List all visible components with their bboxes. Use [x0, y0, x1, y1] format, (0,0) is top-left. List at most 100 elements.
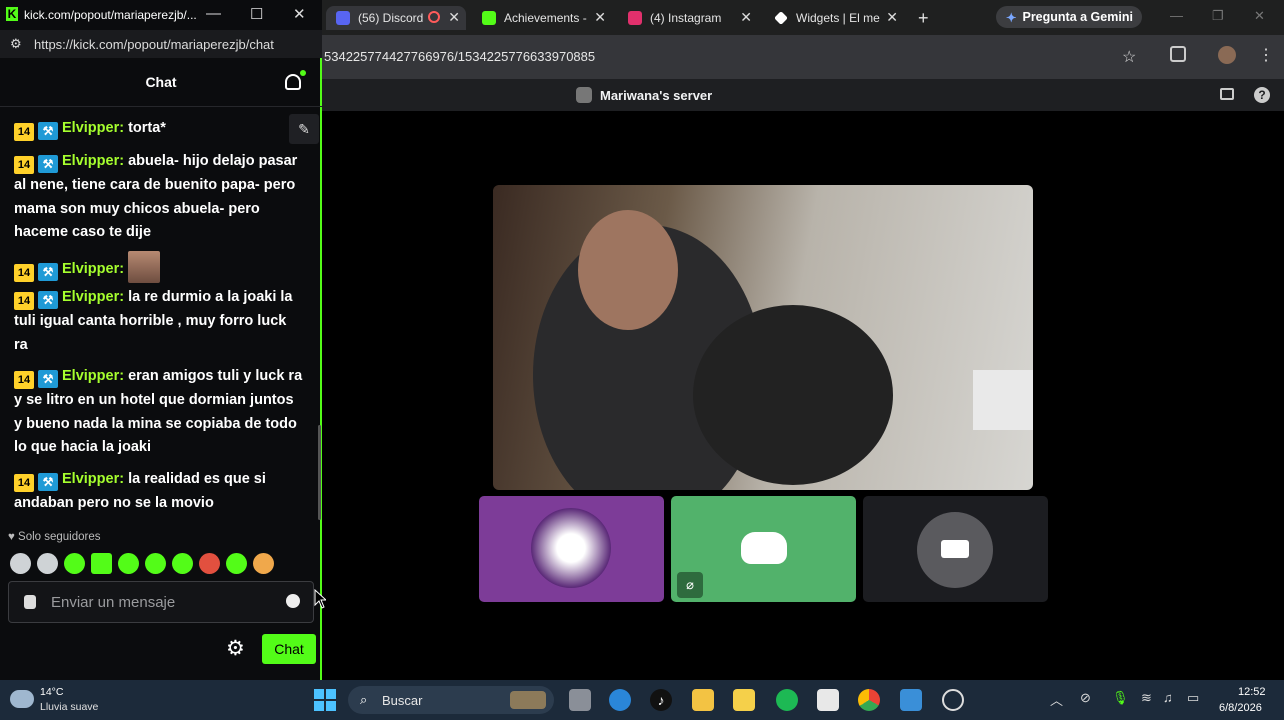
emote-icon[interactable] — [226, 553, 247, 574]
search-highlight-image — [510, 691, 546, 709]
minimize-icon[interactable]: — — [206, 5, 221, 22]
edge-icon[interactable] — [609, 689, 631, 711]
emote-icon[interactable] — [253, 553, 274, 574]
emote-icon[interactable] — [10, 553, 31, 574]
spotify-icon[interactable] — [776, 689, 798, 711]
chat-message: 14 ⚒ Elvipper: eran amigos tuli y luck ra … — [14, 368, 303, 455]
obs-icon[interactable] — [942, 689, 964, 711]
emote-icon[interactable] — [199, 553, 220, 574]
emote-icon[interactable] — [118, 553, 139, 574]
minimize-icon[interactable]: — — [1170, 8, 1183, 23]
battery-icon[interactable]: ▭ — [1187, 690, 1199, 706]
recording-icon — [428, 11, 440, 23]
chat-message: 14 ⚒ Elvipper: — [14, 251, 304, 283]
task-view-icon[interactable] — [569, 689, 591, 711]
sub-badge: 14 — [14, 371, 34, 389]
message-text: torta* — [128, 120, 166, 136]
windows-start-icon[interactable] — [314, 689, 336, 711]
wifi-icon[interactable]: ≋ — [1141, 690, 1152, 706]
help-icon[interactable]: ? — [1254, 87, 1270, 103]
close-window-icon[interactable]: ✕ — [1254, 8, 1265, 24]
participant-tile-camera[interactable] — [863, 496, 1048, 602]
url-text[interactable]: 534225774427766976/1534225776633970885 — [324, 49, 595, 64]
chat-header: Chat — [0, 58, 322, 107]
tab-widgets[interactable]: Widgets | El me ✕ — [764, 6, 904, 30]
search-icon: ⌕ — [360, 692, 368, 707]
tab-achievements[interactable]: Achievements - ✕ — [472, 6, 612, 30]
message-input-box[interactable] — [8, 581, 314, 623]
restore-icon[interactable]: ❐ — [1212, 8, 1224, 24]
tray-chevron-icon[interactable]: ︿ — [1050, 690, 1063, 709]
close-tab-icon[interactable]: ✕ — [594, 9, 606, 26]
new-tab-button[interactable]: + — [918, 6, 938, 30]
video-person — [693, 305, 893, 485]
location-off-icon[interactable]: ⊘ — [1080, 690, 1091, 706]
weather-description[interactable]: Lluvia suave — [40, 701, 98, 713]
emote-bar — [10, 553, 274, 574]
clock-time[interactable]: 12:52 — [1238, 686, 1266, 698]
emoji-icon[interactable] — [286, 594, 300, 608]
shield-icon[interactable] — [24, 595, 36, 609]
microphone-icon[interactable]: 🎙 — [1112, 690, 1129, 706]
volume-icon[interactable]: ♫ — [1163, 690, 1173, 705]
tiktok-icon[interactable]: ♪ — [650, 689, 672, 711]
online-dot-icon — [300, 70, 306, 76]
tab-discord[interactable]: (56) Discord ✕ — [326, 6, 466, 30]
sub-badge: 14 — [14, 156, 34, 174]
weather-temperature[interactable]: 14°C — [40, 686, 63, 698]
popout-url-bar[interactable]: ⚙ https://kick.com/popout/mariaperezjb/c… — [0, 30, 322, 58]
menu-icon[interactable]: ⋮ — [1258, 45, 1274, 65]
popout-title: kick.com/popout/mariaperezjb/... — [24, 8, 197, 22]
followers-only-label: Solo seguidores — [18, 531, 101, 543]
close-window-icon[interactable]: ✕ — [293, 5, 306, 23]
profile-avatar[interactable] — [1218, 46, 1236, 64]
chrome-icon[interactable] — [858, 689, 880, 711]
store-icon[interactable] — [817, 689, 839, 711]
username[interactable]: Elvipper — [62, 289, 119, 305]
username[interactable]: Elvipper — [62, 261, 119, 277]
camera-video[interactable] — [493, 185, 1033, 490]
address-bar[interactable]: 534225774427766976/1534225776633970885 ☆… — [322, 35, 1284, 79]
taskbar-search[interactable]: ⌕ Buscar — [348, 686, 554, 714]
emote-icon[interactable] — [64, 553, 85, 574]
tab-label: (4) Instagram — [650, 11, 722, 25]
settings-gear-icon[interactable]: ⚙ — [226, 636, 245, 661]
close-tab-icon[interactable]: ✕ — [886, 9, 898, 26]
heart-icon: ♥ — [8, 531, 15, 543]
file-explorer-icon[interactable] — [692, 689, 714, 711]
tab-instagram[interactable]: (4) Instagram ✕ — [618, 6, 758, 30]
inbox-icon[interactable] — [1220, 88, 1234, 100]
participant-tile-avatar[interactable] — [479, 496, 664, 602]
popout-url[interactable]: https://kick.com/popout/mariaperezjb/cha… — [34, 37, 274, 52]
bookmark-star-icon[interactable]: ☆ — [1122, 47, 1136, 67]
username[interactable]: Elvipper — [62, 153, 119, 169]
users-icon[interactable] — [285, 74, 301, 90]
popout-titlebar: K kick.com/popout/mariaperezjb/... — ☐ ✕ — [0, 0, 322, 30]
message-input[interactable] — [51, 591, 271, 613]
video-face — [578, 210, 678, 330]
photos-icon[interactable] — [900, 689, 922, 711]
gemini-button[interactable]: ✦ Pregunta a Gemini — [996, 6, 1142, 28]
sticky-notes-icon[interactable] — [733, 689, 755, 711]
username[interactable]: Elvipper — [62, 471, 119, 487]
emote-icon[interactable] — [91, 553, 112, 574]
site-settings-icon[interactable]: ⚙ — [10, 36, 22, 52]
emote-icon[interactable] — [37, 553, 58, 574]
close-tab-icon[interactable]: ✕ — [448, 9, 460, 26]
tab-strip: (56) Discord ✕ Achievements - ✕ (4) Inst… — [322, 0, 1284, 35]
bunny-avatar — [531, 508, 611, 588]
emote-icon[interactable] — [145, 553, 166, 574]
participant-tile-discord[interactable]: ⌀ — [671, 496, 856, 602]
maximize-icon[interactable]: ☐ — [250, 5, 263, 23]
extensions-icon[interactable] — [1170, 46, 1186, 62]
username[interactable]: Elvipper — [62, 120, 119, 136]
video-appliance — [973, 370, 1033, 430]
chat-message: 14 ⚒ Elvipper: la realidad es que si andab… — [14, 471, 266, 511]
close-tab-icon[interactable]: ✕ — [740, 9, 752, 26]
clock-date[interactable]: 6/8/2026 — [1219, 702, 1262, 714]
send-chat-button[interactable]: Chat — [262, 634, 316, 664]
username[interactable]: Elvipper — [62, 368, 119, 384]
chat-messages: 14 ⚒ Elvipper: torta* 14 ⚒ Elvipper: abuela-… — [0, 108, 318, 528]
chat-scrollbar[interactable] — [318, 425, 321, 520]
emote-icon[interactable] — [172, 553, 193, 574]
